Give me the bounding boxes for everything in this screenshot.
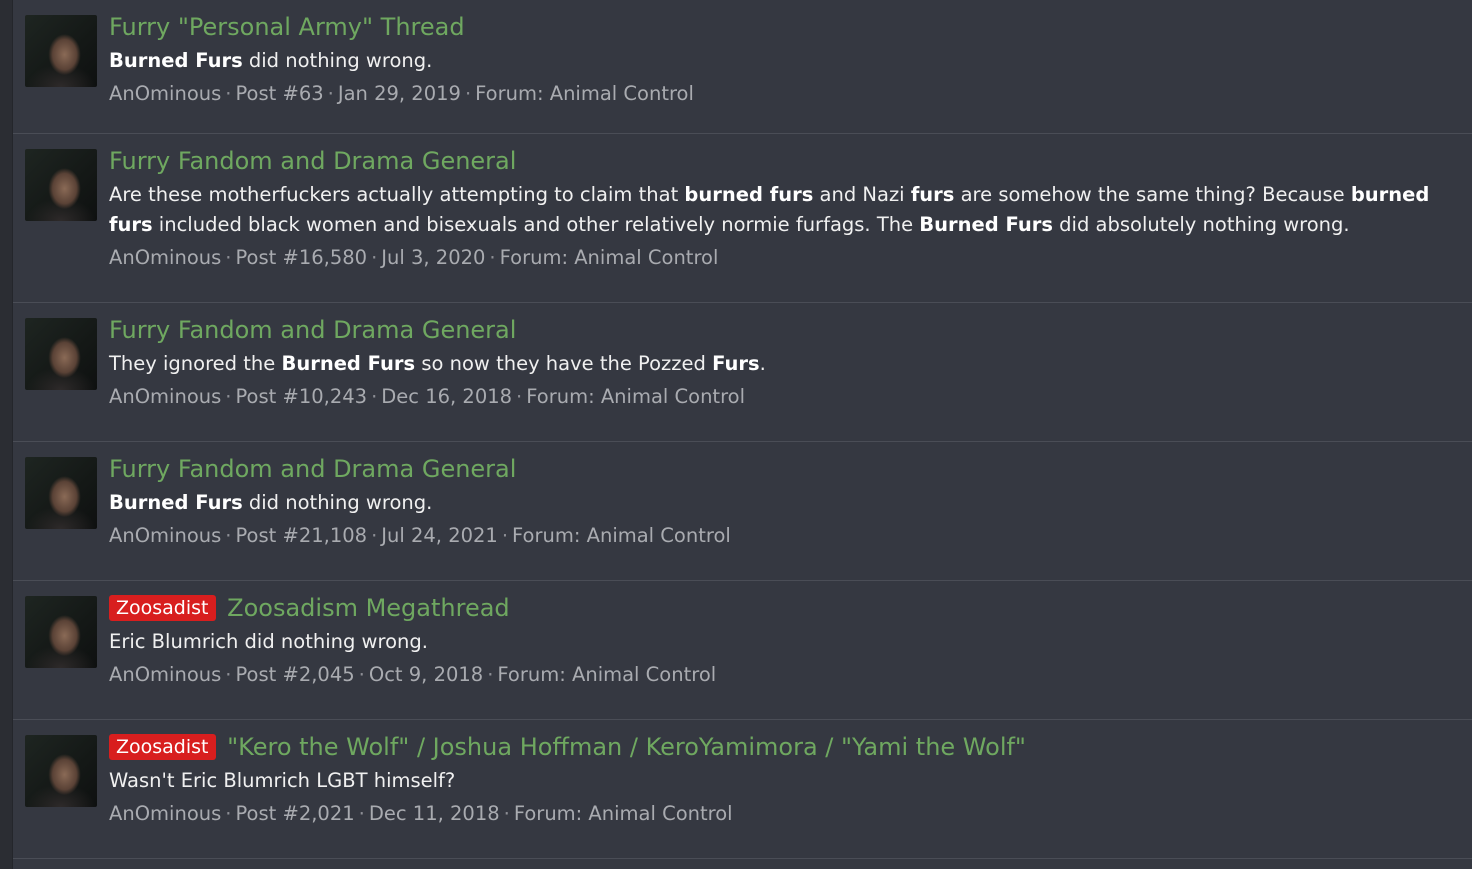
search-results-list: Furry "Personal Army" Thread Burned Furs… [12, 0, 1472, 869]
forum-link[interactable]: Forum: Animal Control [497, 663, 716, 686]
forum-link[interactable]: Forum: Animal Control [526, 385, 745, 408]
result-meta: AnOminous · Post #16,580 · Jul 3, 2020 · Forum… [109, 246, 719, 269]
author-link[interactable]: AnOminous [109, 82, 221, 105]
result-item: Furry Fandom and Drama General They igno… [13, 303, 1472, 442]
result-content: Furry "Personal Army" Thread Burned Furs… [109, 10, 1442, 109]
result-content: Zoosadist "Kero the Wolf" / Joshua Hoffm… [109, 730, 1442, 829]
post-number: Post #21,108 [235, 524, 368, 547]
thread-prefix-label[interactable]: Zoosadist [109, 595, 216, 621]
post-number: Post #10,243 [235, 385, 368, 408]
post-snippet: Burned Furs did nothing wrong. [109, 491, 433, 514]
thread-title-link[interactable]: Furry "Personal Army" Thread [109, 13, 465, 41]
post-date: Jan 29, 2019 [337, 82, 461, 105]
post-snippet: Are these motherfuckers actually attempt… [109, 183, 1430, 236]
result-meta: AnOminous · Post #2,021 · Dec 11, 2018 · Forum… [109, 802, 733, 825]
thread-title-link[interactable]: Furry Fandom and Drama General [109, 316, 516, 344]
post-number: Post #63 [235, 82, 324, 105]
post-date: Jul 24, 2021 [381, 524, 498, 547]
author-link[interactable]: AnOminous [109, 802, 221, 825]
post-date: Oct 9, 2018 [368, 663, 484, 686]
post-snippet: Wasn't Eric Blumrich LGBT himself? [109, 769, 456, 792]
thread-title-link[interactable]: Zoosadism Megathread [227, 594, 510, 622]
author-link[interactable]: AnOminous [109, 663, 221, 686]
author-link[interactable]: AnOminous [109, 524, 221, 547]
user-avatar[interactable] [25, 318, 97, 390]
post-snippet: Burned Furs did nothing wrong. [109, 49, 433, 72]
forum-link[interactable]: Forum: Animal Control [500, 246, 719, 269]
thread-title-link[interactable]: Furry Fandom and Drama General [109, 147, 516, 175]
author-link[interactable]: AnOminous [109, 246, 221, 269]
result-item: Zoosadist Zoosadism Megathread Eric Blum… [13, 581, 1472, 720]
thread-title-link[interactable]: Furry Fandom and Drama General [109, 455, 516, 483]
result-title-line: Furry Fandom and Drama General [109, 313, 1442, 347]
result-content: Zoosadist Zoosadism Megathread Eric Blum… [109, 591, 1442, 690]
result-item: Furry "Personal Army" Thread Burned Furs… [13, 0, 1472, 134]
result-title-line: Zoosadist "Kero the Wolf" / Joshua Hoffm… [109, 730, 1442, 764]
forum-link[interactable]: Forum: Animal Control [475, 82, 694, 105]
thread-title-link[interactable]: "Kero the Wolf" / Joshua Hoffman / KeroY… [227, 733, 1026, 761]
result-item: Furry Fandom and Drama General Are these… [13, 134, 1472, 303]
result-meta: AnOminous · Post #10,243 · Dec 16, 2018 · Foru… [109, 385, 746, 408]
post-number: Post #2,045 [235, 663, 355, 686]
user-avatar[interactable] [25, 735, 97, 807]
post-snippet: Eric Blumrich did nothing wrong. [109, 630, 428, 653]
result-title-line: Furry Fandom and Drama General [109, 452, 1442, 486]
result-meta: AnOminous · Post #2,045 · Oct 9, 2018 · Forum:… [109, 663, 717, 686]
result-meta: AnOminous · Post #63 · Jan 29, 2019 · Forum: A… [109, 82, 694, 105]
post-snippet: They ignored the Burned Furs so now they… [109, 352, 766, 375]
user-avatar[interactable] [25, 457, 97, 529]
post-number: Post #2,021 [235, 802, 355, 825]
user-avatar[interactable] [25, 596, 97, 668]
forum-link[interactable]: Forum: Animal Control [512, 524, 731, 547]
result-meta: AnOminous · Post #21,108 · Jul 24, 2021 · Foru… [109, 524, 731, 547]
result-title-line: Furry Fandom and Drama General [109, 144, 1442, 178]
result-content: Furry Fandom and Drama General Are these… [109, 144, 1442, 273]
result-content: Furry Fandom and Drama General Burned Fu… [109, 452, 1442, 551]
author-link[interactable]: AnOminous [109, 385, 221, 408]
post-date: Jul 3, 2020 [381, 246, 486, 269]
forum-link[interactable]: Forum: Animal Control [514, 802, 733, 825]
user-avatar[interactable] [25, 149, 97, 221]
post-date: Dec 11, 2018 [368, 802, 500, 825]
result-item: Zoosadist "Kero the Wolf" / Joshua Hoffm… [13, 720, 1472, 859]
result-title-line: Furry "Personal Army" Thread [109, 10, 1442, 44]
user-avatar[interactable] [25, 15, 97, 87]
post-date: Dec 16, 2018 [381, 385, 513, 408]
result-content: Furry Fandom and Drama General They igno… [109, 313, 1442, 412]
post-number: Post #16,580 [235, 246, 368, 269]
result-title-line: Zoosadist Zoosadism Megathread [109, 591, 1442, 625]
thread-prefix-label[interactable]: Zoosadist [109, 734, 216, 760]
result-item: Furry Fandom and Drama General Burned Fu… [13, 442, 1472, 581]
